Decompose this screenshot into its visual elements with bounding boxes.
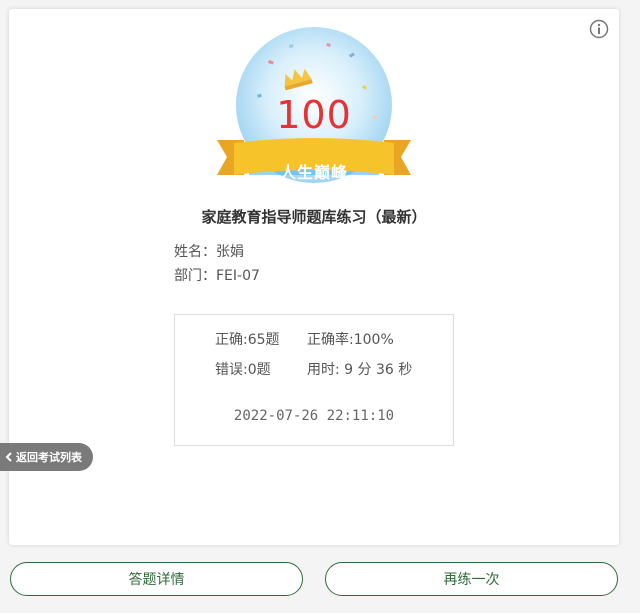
score-badge: 100 人生巅峰 bbox=[209, 25, 419, 195]
ribbon-label: 人生巅峰 bbox=[279, 163, 348, 182]
correct-count: 正确:65题 bbox=[215, 332, 280, 348]
exam-title: 家庭教育指导师题库练习（最新） bbox=[201, 208, 427, 226]
result-card: 100 人生巅峰 家庭教育指导师题库练习（最新） 姓名：张娟 部门：FEI-07… bbox=[9, 9, 619, 545]
accuracy-rate: 正确率:100% bbox=[307, 332, 394, 348]
submit-datetime: 2022-07-26 22:11:10 bbox=[233, 408, 395, 424]
stats-box: 正确:65题 正确率:100% 错误:0题 用时: 9 分 36 秒 2022-… bbox=[174, 314, 454, 446]
name-line: 姓名：张娟 bbox=[174, 244, 244, 260]
wrong-count: 错误:0题 bbox=[215, 362, 271, 378]
time-used: 用时: 9 分 36 秒 bbox=[307, 362, 413, 378]
retry-label: 再练一次 bbox=[443, 572, 500, 588]
back-label: 返回考试列表 bbox=[16, 451, 82, 464]
info-icon[interactable] bbox=[589, 19, 609, 39]
chevron-left-icon bbox=[5, 452, 12, 462]
answer-details-label: 答题详情 bbox=[128, 572, 185, 588]
score-value: 100 bbox=[276, 93, 352, 137]
dept-line: 部门：FEI-07 bbox=[174, 268, 260, 284]
retry-button[interactable]: 再练一次 bbox=[325, 562, 618, 596]
back-to-exam-list-button[interactable]: 返回考试列表 bbox=[0, 443, 93, 471]
answer-details-button[interactable]: 答题详情 bbox=[10, 562, 303, 596]
